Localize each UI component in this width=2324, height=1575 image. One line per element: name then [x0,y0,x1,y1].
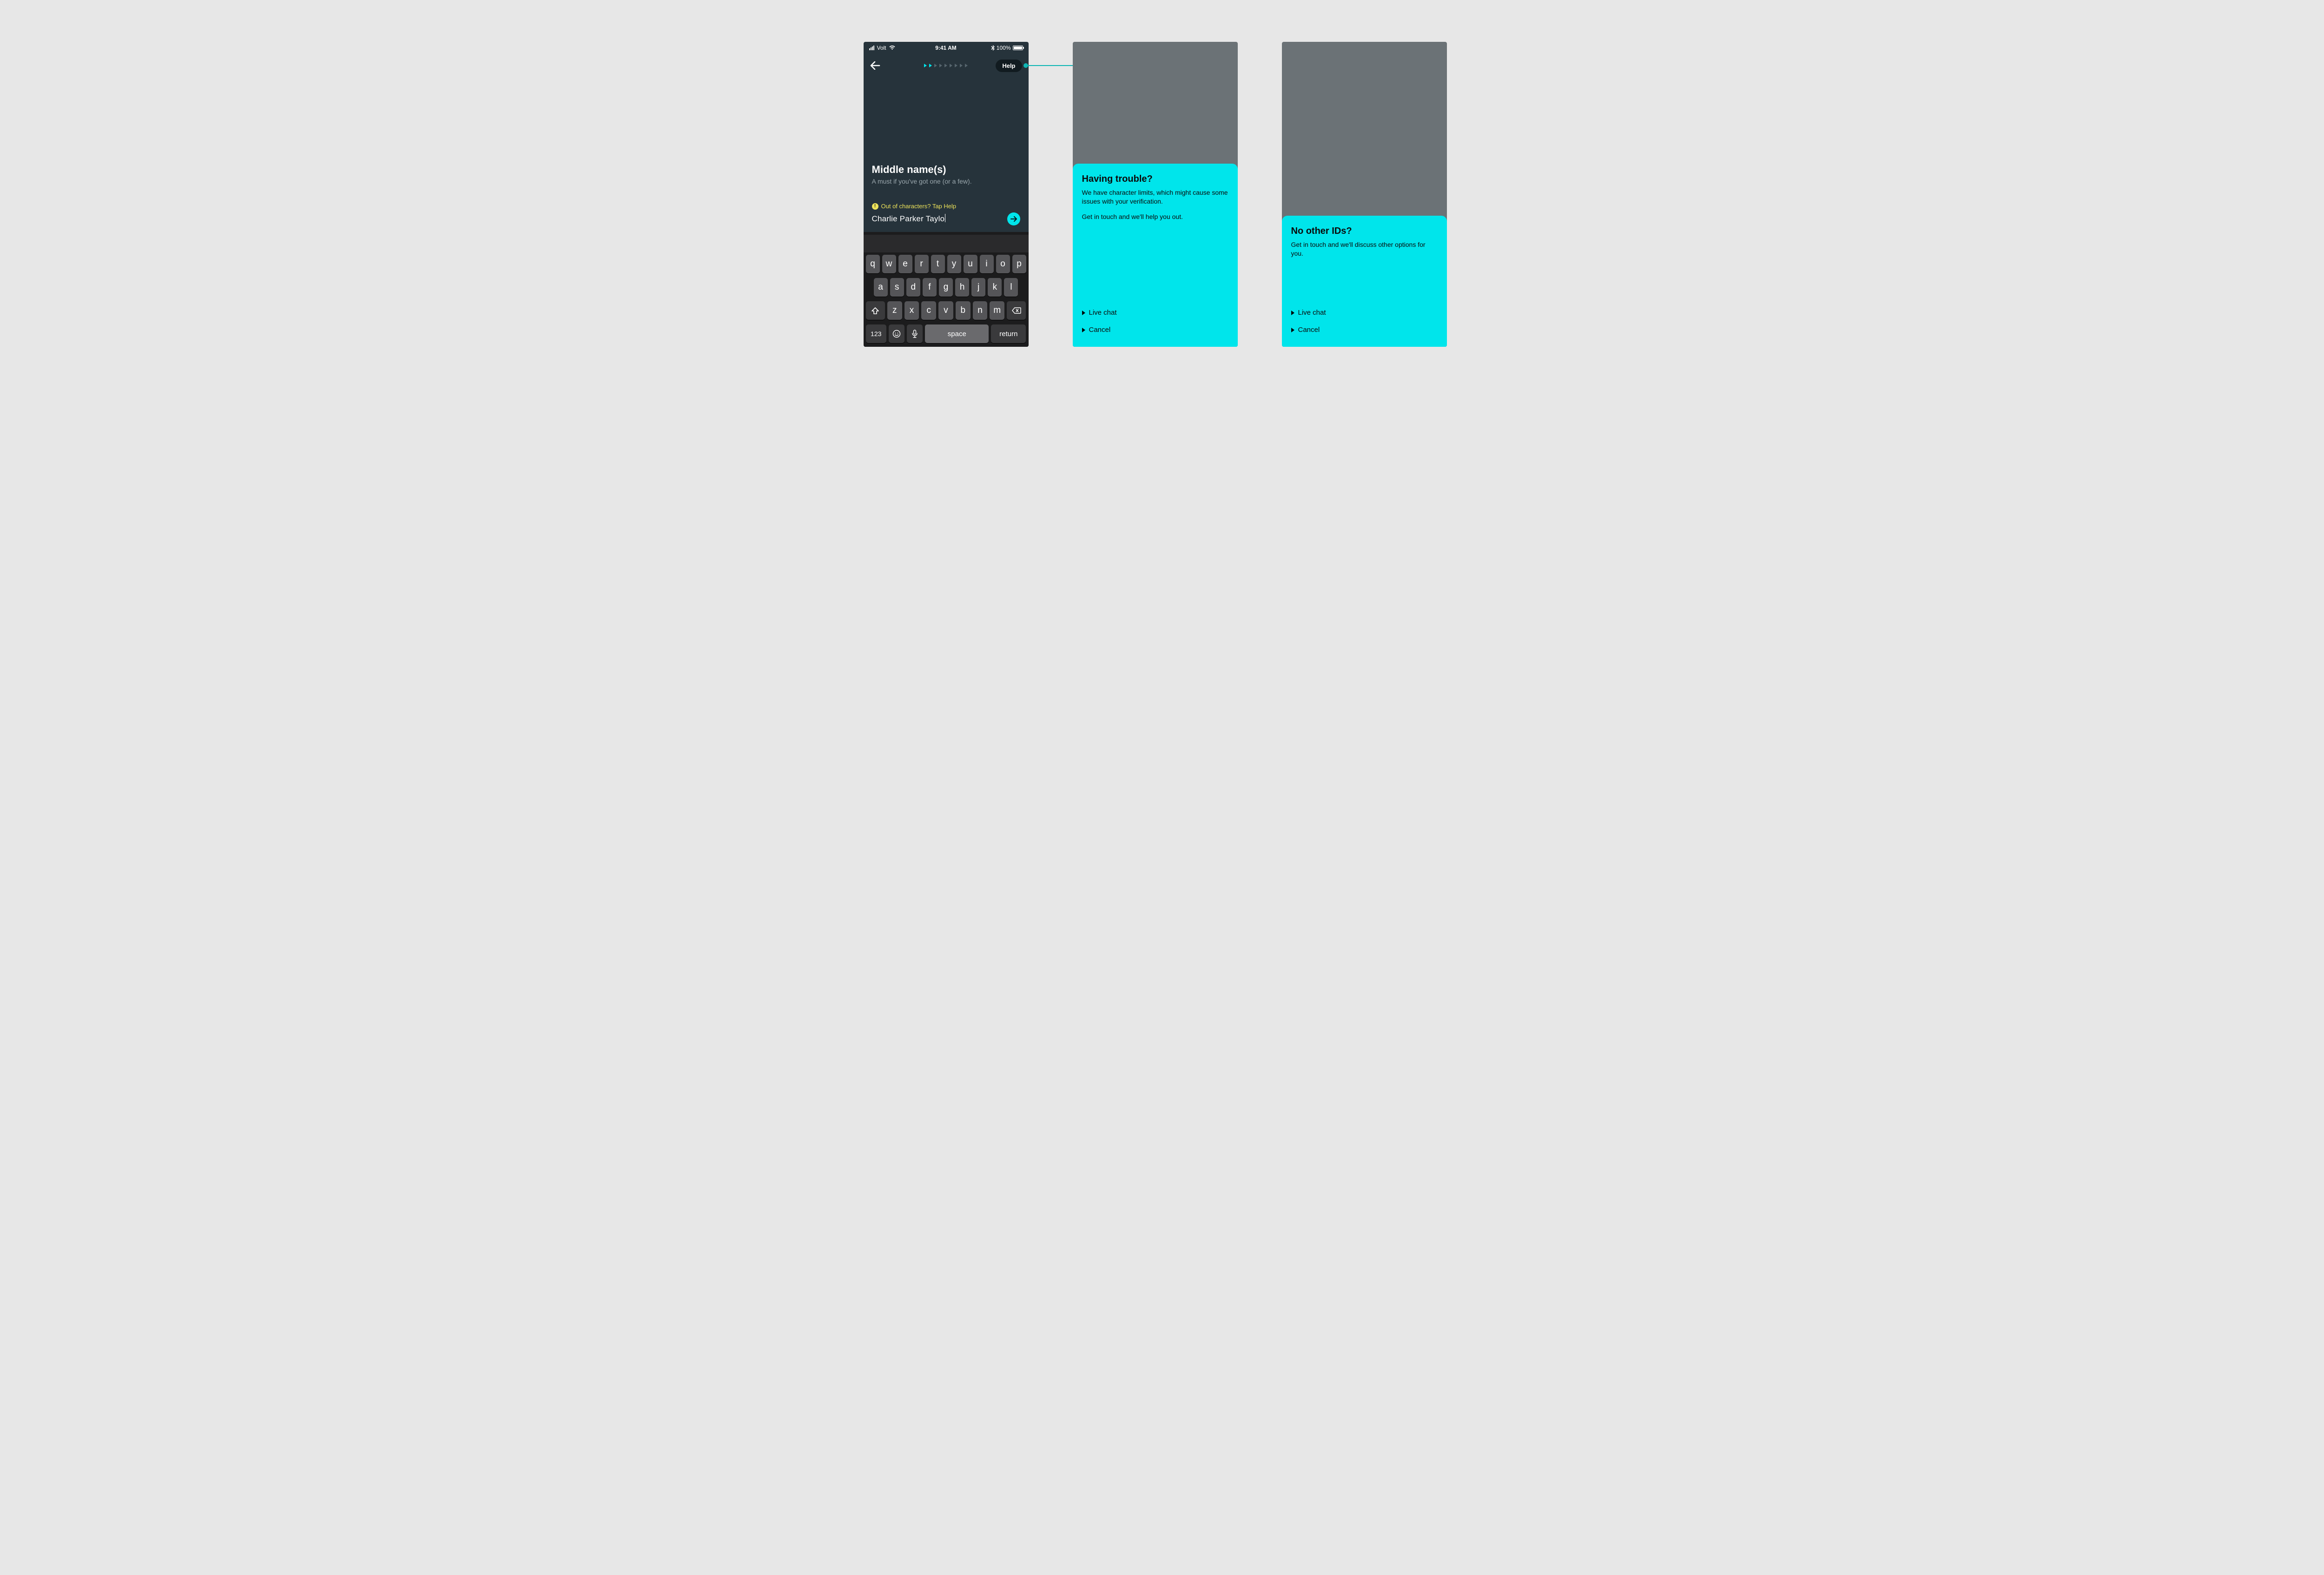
keyboard-row-3: z x c v b n m [864,299,1029,322]
help-sheet-screen: Having trouble? We have character limits… [1073,42,1238,347]
warning-icon: ! [872,203,878,210]
cancel-button[interactable]: Cancel [1082,321,1228,338]
hint-text: Out of characters? Tap Help [881,203,957,210]
key-emoji[interactable] [889,324,905,343]
play-icon [1082,311,1085,315]
help-sheet: Having trouble? We have character limits… [1073,164,1238,347]
key-x[interactable]: x [905,301,919,320]
play-icon [1291,311,1294,315]
page-subtitle: A must if you've got one (or a few). [872,178,1020,185]
cancel-label: Cancel [1089,326,1111,334]
live-chat-button[interactable]: Live chat [1082,304,1228,321]
input-value: Charlie Parker Taylo [872,214,945,223]
live-chat-label: Live chat [1298,309,1326,317]
character-limit-hint[interactable]: ! Out of characters? Tap Help [872,203,1020,210]
flow-arrow-icon [1028,65,1077,66]
live-chat-button[interactable]: Live chat [1291,304,1438,321]
sheet-title: Having trouble? [1082,174,1228,185]
keyboard-suggestions[interactable] [864,235,1029,252]
progress-indicator [864,64,1029,67]
key-a[interactable]: a [874,278,888,297]
key-return[interactable]: return [991,324,1026,343]
sheet-body-1: Get in touch and we'll discuss other opt… [1291,240,1438,258]
key-numbers[interactable]: 123 [866,324,886,343]
keyboard-row-1: q w e r t y u i o p [864,252,1029,276]
clock-label: 9:41 AM [864,45,1029,51]
key-g[interactable]: g [939,278,953,297]
keyboard-row-2: a s d f g h j k l [864,276,1029,299]
key-r[interactable]: r [915,255,929,273]
battery-icon [1013,46,1023,50]
no-id-sheet: No other IDs? Get in touch and we'll dis… [1282,216,1447,347]
cancel-button[interactable]: Cancel [1291,321,1438,338]
key-h[interactable]: h [955,278,969,297]
status-bar: Volt 9:41 AM 100% [864,42,1029,54]
key-i[interactable]: i [980,255,994,273]
keyboard-row-4: 123 space return [864,322,1029,347]
key-u[interactable]: u [964,255,977,273]
key-s[interactable]: s [890,278,904,297]
nav-bar: Help [864,54,1029,77]
key-f[interactable]: f [923,278,937,297]
no-id-sheet-screen: No other IDs? Get in touch and we'll dis… [1282,42,1447,347]
key-d[interactable]: d [906,278,920,297]
key-shift[interactable] [866,301,885,320]
live-chat-label: Live chat [1089,309,1117,317]
sheet-title: No other IDs? [1291,226,1438,237]
key-mic[interactable] [907,324,923,343]
key-n[interactable]: n [973,301,988,320]
key-q[interactable]: q [866,255,880,273]
cancel-label: Cancel [1298,326,1320,334]
page-title: Middle name(s) [872,164,1020,176]
keyboard: q w e r t y u i o p a s d f g h j k l [864,232,1029,347]
form-screen: Volt 9:41 AM 100% Help [864,42,1029,347]
key-j[interactable]: j [971,278,985,297]
key-c[interactable]: c [921,301,936,320]
middle-name-input[interactable]: Charlie Parker Taylo [872,214,1003,224]
key-k[interactable]: k [988,278,1002,297]
key-l[interactable]: l [1004,278,1018,297]
sheet-body-2: Get in touch and we'll help you out. [1082,212,1228,221]
key-y[interactable]: y [947,255,961,273]
form-content: Middle name(s) A must if you've got one … [864,77,1029,232]
submit-button[interactable] [1007,212,1020,225]
key-m[interactable]: m [990,301,1004,320]
key-w[interactable]: w [882,255,896,273]
key-b[interactable]: b [956,301,971,320]
sheet-body-1: We have character limits, which might ca… [1082,188,1228,206]
key-t[interactable]: t [931,255,945,273]
key-p[interactable]: p [1012,255,1026,273]
play-icon [1082,328,1085,332]
key-z[interactable]: z [887,301,902,320]
key-space[interactable]: space [925,324,989,343]
play-icon [1291,328,1294,332]
key-delete[interactable] [1007,301,1026,320]
key-v[interactable]: v [938,301,953,320]
key-e[interactable]: e [898,255,912,273]
key-o[interactable]: o [996,255,1010,273]
